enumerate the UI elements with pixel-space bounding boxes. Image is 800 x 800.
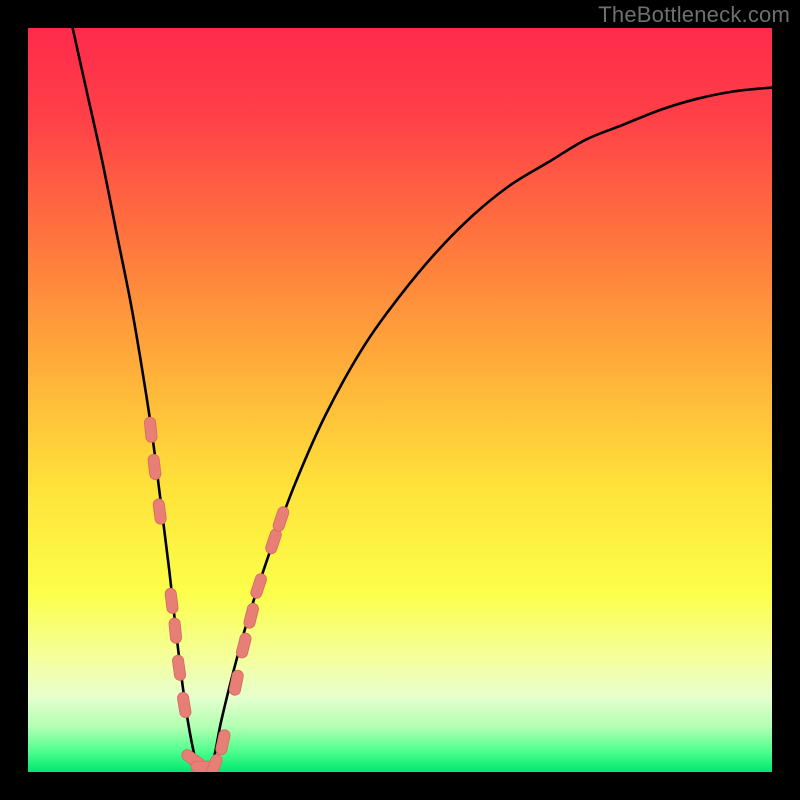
curve-marker <box>264 528 283 556</box>
curve-marker <box>177 692 192 719</box>
curve-marker <box>235 632 252 659</box>
curve-marker <box>144 417 158 443</box>
curve-marker <box>152 498 166 525</box>
curve-marker <box>228 669 244 696</box>
curve-marker <box>272 505 291 533</box>
curve-marker <box>243 602 260 629</box>
watermark-text: TheBottleneck.com <box>598 2 790 28</box>
plot-area <box>28 28 772 772</box>
curve-markers <box>144 417 290 772</box>
curve-marker <box>147 454 161 480</box>
curve-marker <box>164 588 178 614</box>
chart-svg <box>28 28 772 772</box>
curve-marker <box>169 617 183 643</box>
curve-marker <box>172 655 187 682</box>
curve-marker <box>249 572 268 600</box>
outer-frame: TheBottleneck.com <box>0 0 800 800</box>
curve-marker <box>215 729 231 756</box>
